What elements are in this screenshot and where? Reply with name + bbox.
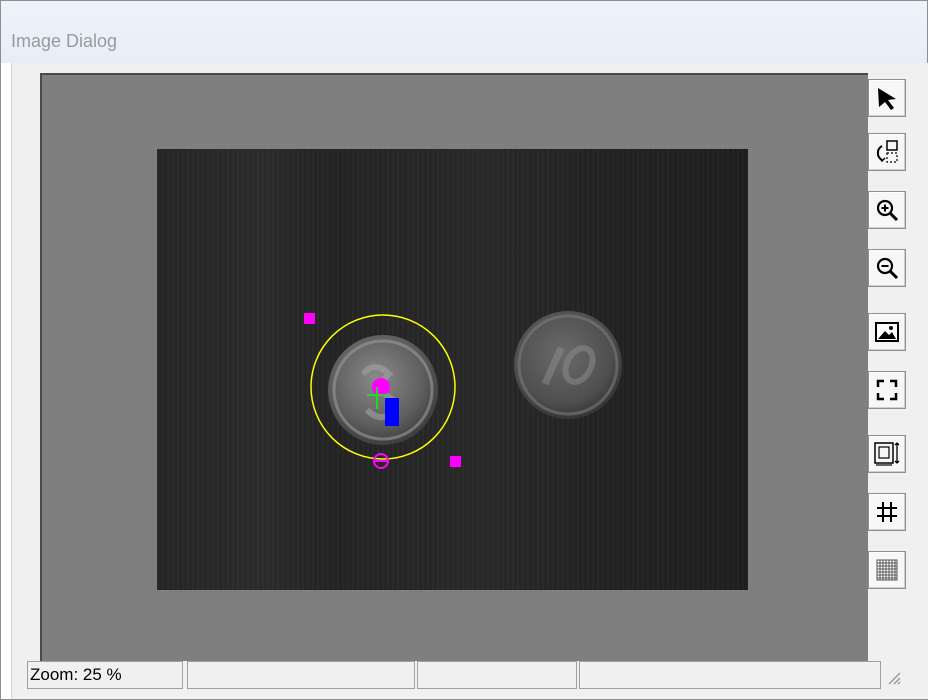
status-pane-2 (187, 661, 415, 689)
zoom-status-text: Zoom: 25 % (30, 665, 122, 684)
status-pane-4 (579, 661, 881, 689)
zoom-in-button[interactable] (868, 191, 906, 229)
image-icon (875, 322, 899, 342)
image-viewport[interactable] (40, 73, 868, 665)
resize-grip-icon[interactable] (883, 667, 901, 685)
roi-handle-bottom-right (450, 456, 461, 467)
roi-handle-top-left (304, 313, 315, 324)
full-view-button[interactable] (868, 371, 906, 409)
image-dialog-window: Image Dialog Zoom: 25 % (0, 0, 928, 700)
rotation-handle (373, 453, 389, 469)
arrow-pointer-icon (878, 88, 896, 110)
fullscreen-corners-icon (876, 379, 898, 401)
coin-right (514, 311, 622, 419)
pointer-tool-button[interactable] (868, 79, 906, 117)
window-title: Image Dialog (11, 31, 118, 51)
dialog-client-area (11, 63, 928, 699)
status-bar: Zoom: 25 % (27, 661, 907, 689)
roi-center-point (372, 378, 390, 396)
status-pane-3 (417, 661, 577, 689)
zoom-in-icon (876, 199, 899, 222)
fit-image-button[interactable] (868, 313, 906, 351)
rotate-selection-icon (876, 140, 898, 163)
zoom-out-button[interactable] (868, 249, 906, 287)
rotate-selection-button[interactable] (868, 133, 906, 171)
image-overlay (304, 311, 622, 469)
title-bar: Image Dialog (1, 1, 927, 63)
zoom-out-icon (876, 257, 899, 280)
pixel-grid-icon (876, 559, 898, 581)
zoom-status: Zoom: 25 % (27, 661, 183, 689)
grid-button[interactable] (868, 493, 906, 531)
grid-icon (877, 502, 897, 522)
resize-image-button[interactable] (868, 435, 906, 473)
pixel-grid-button[interactable] (868, 551, 906, 589)
camera-image[interactable] (157, 149, 748, 590)
blue-marker (385, 398, 399, 426)
resize-frame-icon (874, 442, 900, 466)
